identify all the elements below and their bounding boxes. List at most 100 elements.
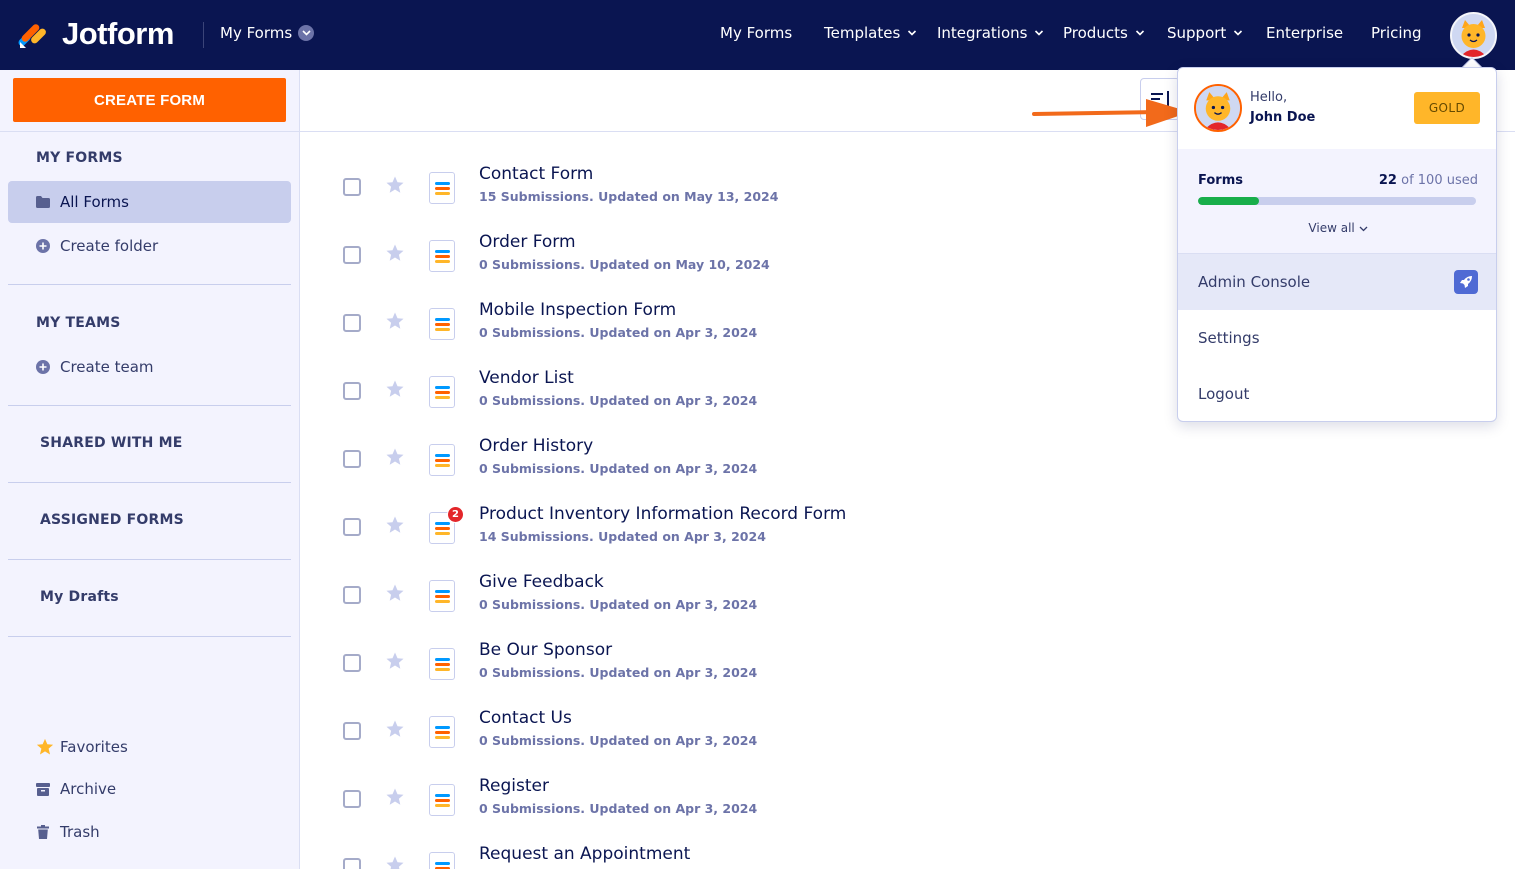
select-checkbox[interactable] bbox=[343, 858, 361, 869]
nav-my-forms[interactable]: My Forms bbox=[720, 24, 792, 42]
sidebar-item-label: Archive bbox=[60, 780, 117, 798]
star-icon[interactable] bbox=[385, 719, 405, 739]
nav-support[interactable]: Support bbox=[1167, 24, 1243, 42]
nav-label: My Forms bbox=[720, 24, 793, 42]
star-icon[interactable] bbox=[385, 447, 405, 467]
trash-icon bbox=[36, 825, 50, 839]
form-icon-bar bbox=[435, 464, 450, 467]
star-icon[interactable] bbox=[385, 855, 405, 869]
chevron-down-icon bbox=[1135, 30, 1144, 36]
form-meta: 0 Submissions. Updated on Apr 3, 2024 bbox=[479, 393, 758, 408]
form-title[interactable]: Vendor List bbox=[479, 368, 574, 388]
select-checkbox[interactable] bbox=[343, 450, 361, 468]
settings-item[interactable]: Settings bbox=[1178, 310, 1496, 366]
form-list-item[interactable]: Vendor List 0 Submissions. Updated on Apr… bbox=[300, 368, 1160, 436]
form-icon-bar bbox=[435, 182, 450, 185]
form-list-item[interactable]: Mobile Inspection Form 0 Submissions. Upd… bbox=[300, 300, 1160, 368]
sidebar-item-create-folder[interactable]: Create folder bbox=[8, 225, 291, 267]
divider bbox=[0, 131, 300, 132]
form-list-item[interactable]: Contact Form 15 Submissions. Updated on M… bbox=[300, 164, 1160, 232]
select-checkbox[interactable] bbox=[343, 246, 361, 264]
nav-pricing[interactable]: Pricing bbox=[1371, 24, 1422, 42]
star-icon[interactable] bbox=[385, 243, 405, 263]
sidebar-item-label: Create team bbox=[60, 358, 154, 376]
star-icon[interactable] bbox=[385, 515, 405, 535]
form-icon-bar bbox=[435, 595, 450, 598]
menu-item-label: Admin Console bbox=[1198, 273, 1311, 291]
form-list-item[interactable]: Be Our Sponsor 0 Submissions. Updated on … bbox=[300, 640, 1160, 708]
usage-used: 22 bbox=[1378, 173, 1397, 188]
sidebar-item-favorites[interactable]: Favorites bbox=[8, 726, 291, 768]
form-list-item[interactable]: Order History 0 Submissions. Updated on A… bbox=[300, 436, 1160, 504]
jotform-logo[interactable]: Jotform bbox=[18, 16, 174, 52]
nav-label: Enterprise bbox=[1266, 24, 1344, 42]
plan-badge[interactable]: GOLD bbox=[1414, 92, 1480, 124]
sidebar-item-archive[interactable]: Archive bbox=[8, 768, 291, 810]
star-icon[interactable] bbox=[385, 175, 405, 195]
select-checkbox[interactable] bbox=[343, 178, 361, 196]
select-checkbox[interactable] bbox=[343, 790, 361, 808]
view-all-button[interactable]: View all bbox=[1178, 221, 1496, 235]
form-title[interactable]: Product Inventory Information Record For… bbox=[479, 504, 846, 524]
select-checkbox[interactable] bbox=[343, 722, 361, 740]
form-icon-bar bbox=[435, 600, 450, 603]
select-checkbox[interactable] bbox=[343, 586, 361, 604]
form-title[interactable]: Order Form bbox=[479, 232, 576, 252]
form-list-item[interactable]: Register 0 Submissions. Updated on Apr 3,… bbox=[300, 776, 1160, 844]
nav-products[interactable]: Products bbox=[1063, 24, 1145, 42]
jotform-logo-icon bbox=[18, 24, 46, 48]
logout-item[interactable]: Logout bbox=[1178, 366, 1496, 421]
star-icon[interactable] bbox=[385, 787, 405, 807]
form-meta: 14 Submissions. Updated on Apr 3, 2024 bbox=[479, 529, 766, 544]
admin-console-item[interactable]: Admin Console bbox=[1178, 254, 1496, 310]
form-title[interactable]: Contact Us bbox=[479, 708, 572, 728]
nav-integrations[interactable]: Integrations bbox=[937, 24, 1044, 42]
greeting: Hello, bbox=[1250, 90, 1288, 105]
form-title[interactable]: Be Our Sponsor bbox=[479, 640, 612, 660]
form-list-item[interactable]: Order Form 0 Submissions. Updated on May … bbox=[300, 232, 1160, 300]
star-icon[interactable] bbox=[385, 311, 405, 331]
sidebar-item-shared-with-me[interactable]: SHARED WITH ME bbox=[40, 435, 183, 451]
archive-icon bbox=[36, 782, 50, 796]
sidebar-item-all-forms[interactable]: All Forms bbox=[8, 181, 291, 223]
star-icon[interactable] bbox=[385, 379, 405, 399]
form-list-item[interactable]: Request an Appointment bbox=[300, 844, 1160, 869]
usage-rest: of 100 used bbox=[1401, 173, 1478, 188]
select-checkbox[interactable] bbox=[343, 382, 361, 400]
sidebar-item-trash[interactable]: Trash bbox=[8, 811, 291, 853]
form-icon-bar bbox=[435, 522, 450, 525]
sidebar-item-label: Create folder bbox=[60, 237, 159, 255]
form-list-item[interactable]: Give Feedback 0 Submissions. Updated on A… bbox=[300, 572, 1160, 640]
form-list-item[interactable]: Contact Us 0 Submissions. Updated on Apr … bbox=[300, 708, 1160, 776]
form-icon-bar bbox=[435, 668, 450, 671]
form-title[interactable]: Order History bbox=[479, 436, 593, 456]
form-icon-bar bbox=[435, 260, 450, 263]
form-title[interactable]: Give Feedback bbox=[479, 572, 604, 592]
star-icon[interactable] bbox=[385, 583, 405, 603]
nav-enterprise[interactable]: Enterprise bbox=[1266, 24, 1343, 42]
form-icon-bar bbox=[435, 386, 450, 389]
sidebar-item-create-team[interactable]: Create team bbox=[8, 346, 291, 388]
user-avatar-button[interactable] bbox=[1450, 12, 1497, 59]
star-icon[interactable] bbox=[385, 651, 405, 671]
my-forms-crumb[interactable]: My Forms bbox=[220, 24, 315, 42]
divider bbox=[8, 636, 291, 637]
form-title[interactable]: Mobile Inspection Form bbox=[479, 300, 676, 320]
sidebar-item-assigned-forms[interactable]: ASSIGNED FORMS bbox=[40, 512, 184, 528]
form-title[interactable]: Request an Appointment bbox=[479, 844, 690, 864]
plus-circle-icon bbox=[36, 360, 50, 374]
form-icon-bar bbox=[435, 328, 450, 331]
form-title[interactable]: Register bbox=[479, 776, 549, 796]
nav-templates[interactable]: Templates bbox=[824, 24, 917, 42]
select-checkbox[interactable] bbox=[343, 314, 361, 332]
form-title[interactable]: Contact Form bbox=[479, 164, 593, 184]
form-meta: 0 Submissions. Updated on Apr 3, 2024 bbox=[479, 801, 758, 816]
select-checkbox[interactable] bbox=[343, 518, 361, 536]
sidebar-item-my-drafts[interactable]: My Drafts bbox=[40, 589, 119, 605]
form-icon-bar bbox=[435, 527, 450, 530]
form-icon bbox=[429, 444, 455, 476]
create-form-button[interactable]: CREATE FORM bbox=[13, 78, 286, 122]
form-list-item[interactable]: 2 Product Inventory Information Record Fo… bbox=[300, 504, 1160, 572]
select-checkbox[interactable] bbox=[343, 654, 361, 672]
form-icon-bar bbox=[435, 192, 450, 195]
